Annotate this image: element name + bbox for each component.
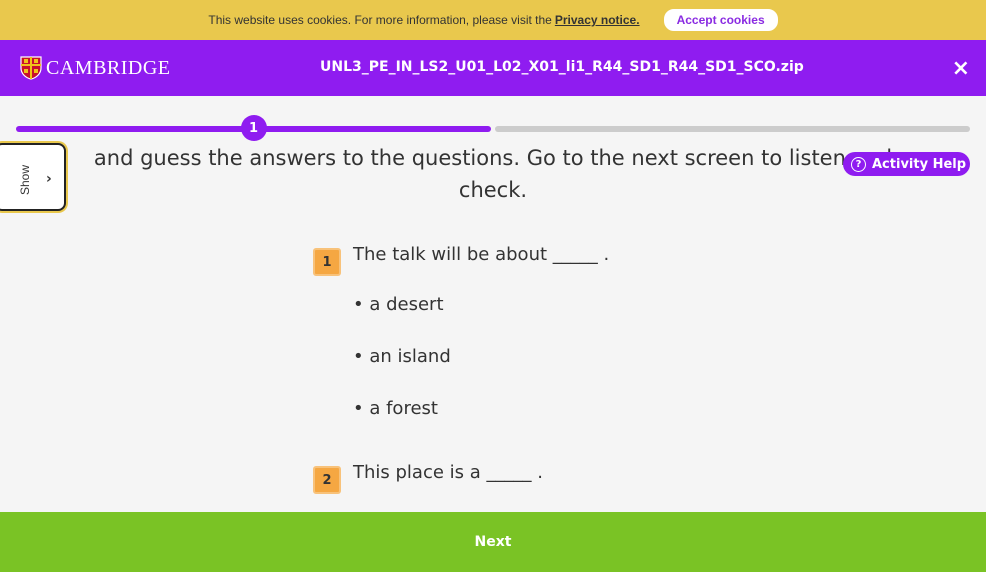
question-text: This place is a _____ . [353, 462, 543, 483]
cookie-banner: This website uses cookies. For more info… [0, 0, 986, 40]
next-label: Next [474, 534, 512, 550]
question-number-badge: 2 [313, 466, 341, 494]
show-tab-label: Show [18, 164, 32, 195]
cambridge-shield-icon [20, 56, 42, 80]
show-panel-tab[interactable]: Show › [0, 143, 66, 211]
accept-cookies-button[interactable]: Accept cookies [663, 9, 778, 31]
answer-option[interactable]: • a desert [353, 294, 444, 315]
activity-help-button[interactable]: ? Activity Help [843, 152, 970, 176]
close-icon[interactable]: × [952, 56, 970, 81]
answer-option[interactable]: • an island [353, 346, 451, 367]
question-number-badge: 1 [313, 248, 341, 276]
logo-text: CAMBRIDGE [46, 56, 171, 79]
next-button[interactable]: Next [0, 512, 986, 572]
help-icon: ? [851, 156, 866, 172]
progress-bar: 1 [16, 115, 970, 141]
progress-remaining [495, 126, 970, 132]
activity-help-label: Activity Help [872, 156, 967, 172]
app-header: CAMBRIDGE UNL3_PE_IN_LS2_U01_L02_X01_li1… [0, 40, 986, 96]
question-text: The talk will be about _____ . [353, 244, 610, 265]
progress-step-marker: 1 [240, 115, 267, 141]
chevron-right-icon: › [46, 171, 52, 187]
activity-instruction: and guess the answers to the questions. … [93, 146, 893, 202]
privacy-notice-link[interactable]: Privacy notice. [555, 13, 640, 27]
cambridge-logo: CAMBRIDGE [20, 56, 171, 80]
cookie-text: This website uses cookies. For more info… [208, 13, 552, 27]
answer-option[interactable]: • a forest [353, 398, 438, 419]
file-title: UNL3_PE_IN_LS2_U01_L02_X01_li1_R44_SD1_R… [320, 59, 804, 75]
